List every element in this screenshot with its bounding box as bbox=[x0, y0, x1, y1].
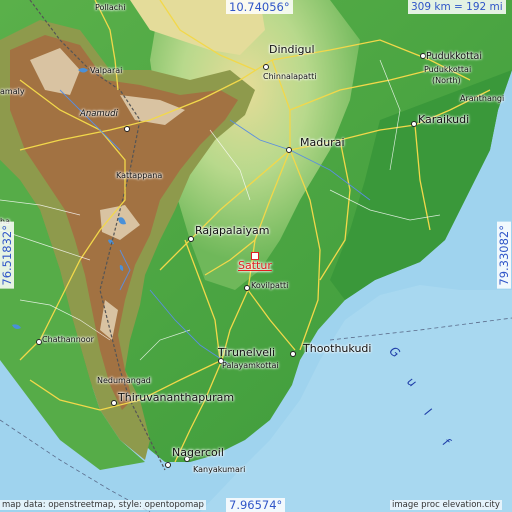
credit: image proc elevation.city bbox=[390, 500, 502, 510]
place-label-thiruvananthapuram: Thiruvananthapuram bbox=[118, 391, 235, 404]
place-label-anamudi: Anamudi bbox=[80, 109, 118, 119]
place-label-nedumangad: Nedumangad bbox=[97, 376, 151, 385]
place-label-tirunelveli: Tirunelveli bbox=[218, 346, 276, 359]
scale-label: 309 km = 192 mi bbox=[408, 0, 506, 14]
thoothukudi-marker bbox=[290, 351, 296, 357]
place-label-pudukkottai-north: Pudukkottai bbox=[424, 65, 472, 74]
thiruvananthapuram-marker bbox=[111, 400, 117, 406]
coord-west: 76.51832° bbox=[0, 222, 14, 289]
rajapalaiyam-marker bbox=[188, 236, 194, 242]
place-label-kattappana: Kattappana bbox=[116, 171, 163, 180]
place-label-amaly: amaly bbox=[0, 87, 25, 96]
dindigul-marker bbox=[263, 64, 269, 70]
madurai-marker bbox=[286, 147, 292, 153]
place-label-chinnalapatti: Chinnalapatti bbox=[263, 72, 317, 81]
map-canvas[interactable]: Pollachi Dindigul Chinnalapatti Pudukkot… bbox=[0, 0, 512, 512]
place-label-kovilpatti: Kovilpatti bbox=[251, 281, 289, 290]
place-label-sattur[interactable]: Sattur bbox=[238, 260, 272, 271]
karaikudi-marker bbox=[411, 121, 417, 127]
attribution: map data: openstreetmap, style: opentopo… bbox=[0, 500, 206, 510]
anamudi-marker bbox=[124, 126, 130, 132]
place-label-aranthangi: Aranthangi bbox=[460, 94, 505, 103]
place-label-thoothukudi: Thoothukudi bbox=[303, 342, 372, 355]
place-label-valparai: Valparai bbox=[90, 66, 123, 75]
place-label-pudukkottai: Pudukkottai bbox=[426, 51, 483, 62]
coord-east: 79.33082° bbox=[497, 222, 511, 289]
place-label-palayamkottai: Palayamkottai bbox=[222, 361, 279, 370]
place-label-north: (North) bbox=[432, 76, 461, 85]
place-label-rajapalaiyam: Rajapalaiyam bbox=[195, 224, 270, 237]
nagercoil-marker bbox=[165, 462, 171, 468]
place-label-karaikudi: Karaikudi bbox=[418, 113, 470, 126]
coord-north: 10.74056° bbox=[226, 0, 293, 14]
place-label-chathannoor: Chathannoor bbox=[42, 335, 94, 344]
place-label-dindigul: Dindigul bbox=[269, 43, 315, 56]
coord-south: 7.96574° bbox=[226, 498, 286, 512]
place-label-pollachi: Pollachi bbox=[95, 3, 126, 12]
place-label-kanyakumari: Kanyakumari bbox=[193, 465, 246, 474]
place-label-nagercoil: Nagercoil bbox=[172, 446, 224, 459]
place-label-madurai: Madurai bbox=[300, 136, 345, 149]
kovilpatti-marker bbox=[244, 285, 250, 291]
